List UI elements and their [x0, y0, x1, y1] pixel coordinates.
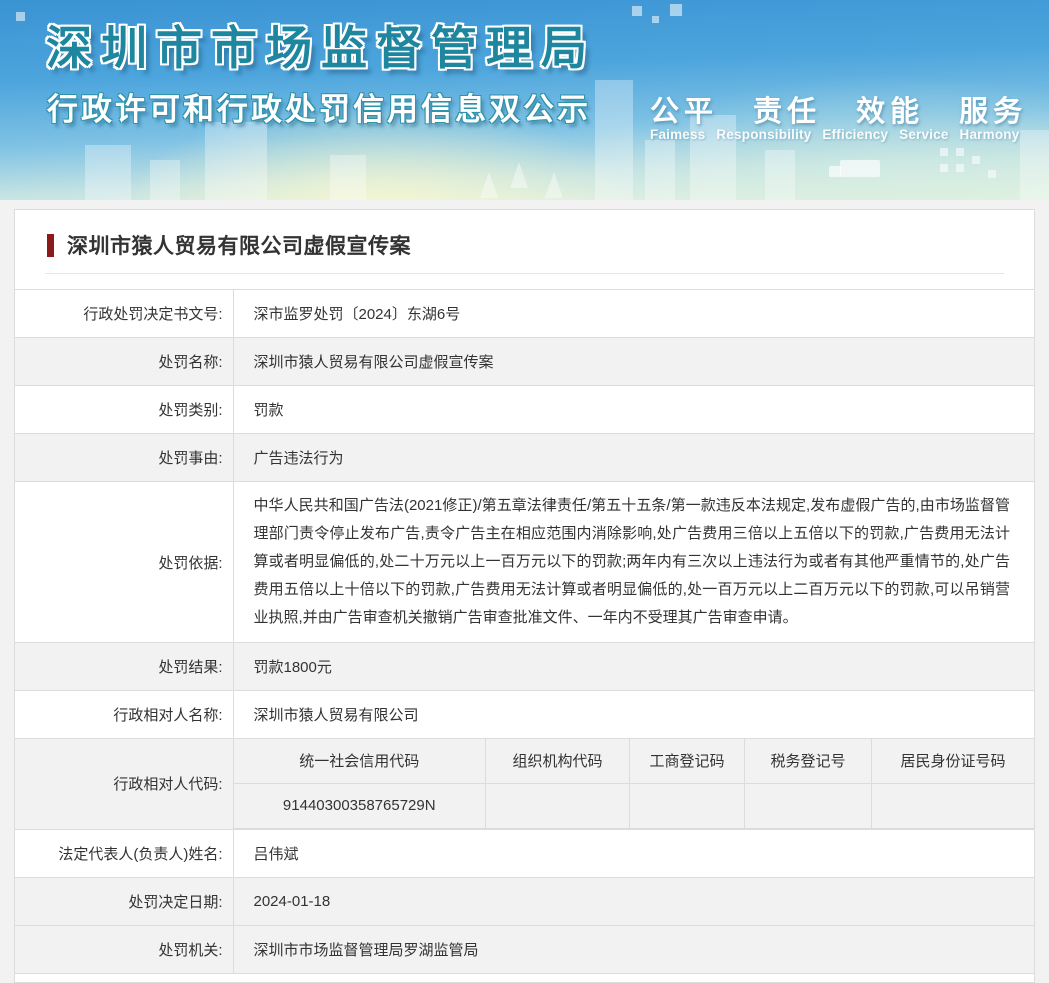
row-label: 行政处罚决定书文号: — [15, 289, 234, 338]
row-label: 处罚名称: — [15, 337, 234, 386]
code-column-header: 工商登记码 — [629, 739, 745, 784]
row-label: 法定代表人(负责人)姓名: — [15, 828, 234, 877]
skyline-building — [595, 80, 633, 200]
row-label: 行政相对人代码: — [15, 738, 234, 829]
content-card: 深圳市猿人贸易有限公司虚假宣传案 行政处罚决定书文号: 深市监罗处罚〔2024〕… — [14, 209, 1035, 983]
page-background-strip — [0, 200, 1049, 209]
skyline-building — [85, 145, 131, 200]
site-subtitle: 行政许可和行政处罚信用信息双公示 — [47, 92, 591, 127]
table-row-penalty-category: 处罚类别: 罚款 — [15, 385, 1034, 434]
row-label: 处罚类别: — [15, 385, 234, 434]
case-title-section: 深圳市猿人贸易有限公司虚假宣传案 — [15, 210, 1034, 273]
table-row-penalty-name: 处罚名称: 深圳市猿人贸易有限公司虚假宣传案 — [15, 337, 1034, 386]
row-label: 行政相对人名称: — [15, 690, 234, 739]
slogan-chinese: 公平 责任 效能 服务 和谐 — [650, 96, 1049, 128]
resident-id-code — [871, 783, 1034, 829]
row-label: 处罚依据: — [15, 481, 234, 643]
site-title: 深圳市市场监督管理局 — [46, 22, 596, 74]
table-row-penalty-result: 处罚结果: 罚款1800元 — [15, 642, 1034, 691]
skyline-building — [645, 140, 675, 200]
row-value: 深圳市猿人贸易有限公司 — [233, 690, 1034, 739]
tax-registration-code — [744, 783, 872, 829]
tree-silhouette — [480, 172, 498, 198]
penalty-info-table: 行政处罚决定书文号: 深市监罗处罚〔2024〕东湖6号 处罚名称: 深圳市猿人贸… — [15, 289, 1034, 974]
table-row-decision-number: 行政处罚决定书文号: 深市监罗处罚〔2024〕东湖6号 — [15, 289, 1034, 338]
pixel-square — [988, 170, 996, 178]
table-row-penalty-reason: 处罚事由: 广告违法行为 — [15, 433, 1034, 482]
row-value: 广告违法行为 — [233, 433, 1034, 482]
skyline-building — [765, 150, 795, 200]
skyline-building — [1020, 130, 1049, 200]
codes-subtable: 统一社会信用代码 组织机构代码 工商登记码 税务登记号 居民身份证号码 9144… — [233, 739, 1034, 829]
page: 深圳市市场监督管理局 行政许可和行政处罚信用信息双公示 公平 责任 效能 服务 … — [0, 0, 1049, 983]
row-value: 2024-01-18 — [233, 876, 1034, 925]
row-label: 处罚事由: — [15, 433, 234, 482]
row-value: 罚款 — [233, 385, 1034, 434]
pixel-square — [940, 164, 948, 172]
row-value: 深圳市市场监督管理局罗湖监管局 — [233, 924, 1034, 974]
table-row-party-codes: 行政相对人代码: 统一社会信用代码 组织机构代码 工商登记码 税务登记号 居民身… — [15, 738, 1034, 829]
row-value: 吕伟斌 — [233, 828, 1034, 877]
row-label: 处罚机关: — [15, 924, 234, 974]
codes-header-row: 统一社会信用代码 组织机构代码 工商登记码 税务登记号 居民身份证号码 — [233, 739, 1034, 784]
pixel-square — [940, 148, 948, 156]
pixel-square — [956, 148, 964, 156]
skyline-building — [205, 122, 267, 200]
title-accent-bar — [47, 233, 54, 257]
slogan-english: Faimess Responsibility Efficiency Servic… — [650, 127, 1020, 142]
row-value: 中华人民共和国广告法(2021修正)/第五章法律责任/第五十五条/第一款违反本法… — [233, 481, 1034, 643]
business-registration-code — [629, 783, 745, 829]
pixel-square — [16, 12, 25, 21]
row-value: 深市监罗处罚〔2024〕东湖6号 — [233, 289, 1034, 338]
code-column-header: 税务登记号 — [744, 739, 872, 784]
skyline-building — [150, 160, 180, 200]
table-row-party-name: 行政相对人名称: 深圳市猿人贸易有限公司 — [15, 690, 1034, 739]
pixel-square — [956, 164, 964, 172]
skyline-building — [330, 155, 366, 200]
pixel-square — [670, 4, 682, 16]
code-column-header: 组织机构代码 — [485, 739, 630, 784]
codes-value-row: 91440300358765729N — [233, 783, 1034, 829]
codes-subtable-cell: 统一社会信用代码 组织机构代码 工商登记码 税务登记号 居民身份证号码 9144… — [233, 738, 1034, 829]
pixel-square — [632, 6, 642, 16]
case-title: 深圳市猿人贸易有限公司虚假宣传案 — [67, 235, 411, 258]
table-row-penalty-basis: 处罚依据: 中华人民共和国广告法(2021修正)/第五章法律责任/第五十五条/第… — [15, 481, 1034, 643]
truck-icon — [829, 160, 880, 177]
table-row-decision-date: 处罚决定日期: 2024-01-18 — [15, 876, 1034, 925]
pixel-square — [652, 16, 659, 23]
code-column-header: 居民身份证号码 — [871, 739, 1034, 784]
unified-social-credit-code: 91440300358765729N — [233, 783, 486, 829]
row-label: 处罚结果: — [15, 642, 234, 691]
tree-silhouette — [545, 172, 563, 198]
title-divider — [45, 273, 1004, 274]
row-value: 罚款1800元 — [233, 642, 1034, 691]
row-label: 处罚决定日期: — [15, 876, 234, 925]
code-column-header: 统一社会信用代码 — [233, 739, 486, 784]
table-row-penalty-authority: 处罚机关: 深圳市市场监督管理局罗湖监管局 — [15, 924, 1034, 974]
row-value: 深圳市猿人贸易有限公司虚假宣传案 — [233, 337, 1034, 386]
organization-code — [485, 783, 630, 829]
table-row-legal-representative: 法定代表人(负责人)姓名: 吕伟斌 — [15, 828, 1034, 877]
tree-silhouette — [510, 162, 528, 188]
pixel-square — [972, 156, 980, 164]
site-banner: 深圳市市场监督管理局 行政许可和行政处罚信用信息双公示 公平 责任 效能 服务 … — [0, 0, 1049, 200]
